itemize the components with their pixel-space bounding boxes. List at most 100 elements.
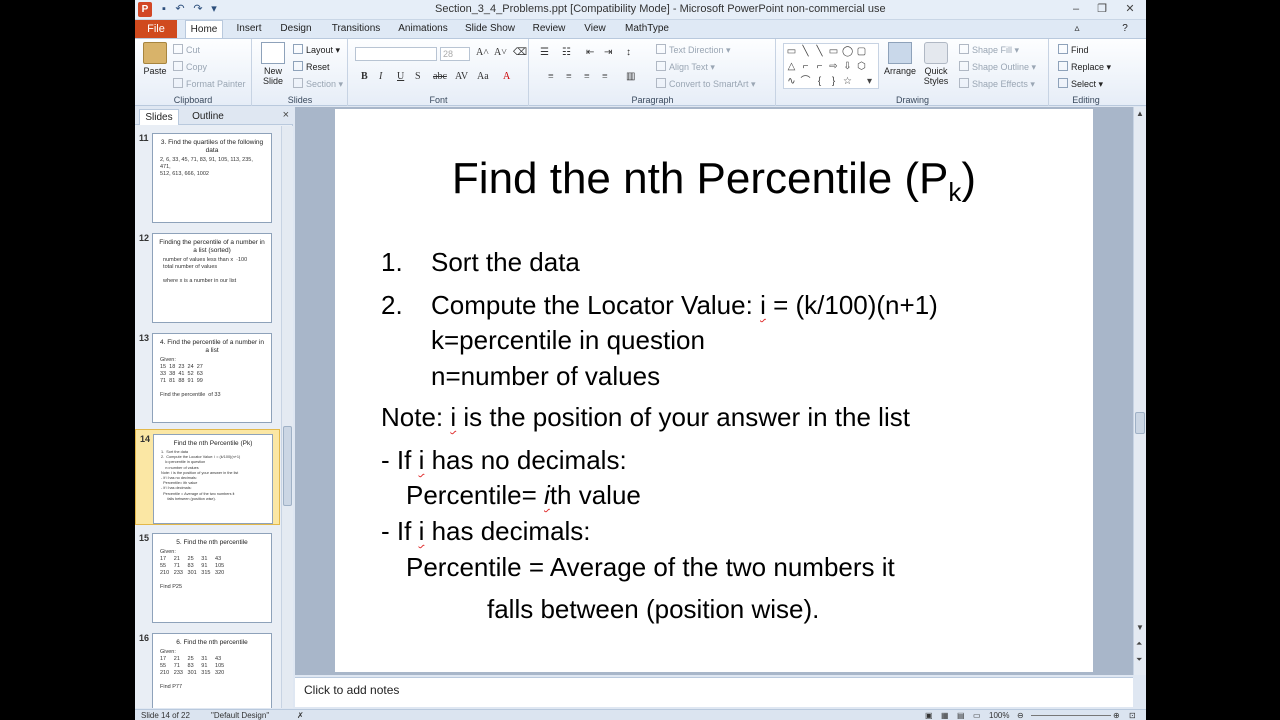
select-button[interactable]: Select ▾ [1058,78,1103,90]
slide-sorter-icon[interactable]: ▦ [941,711,949,720]
editor-scroll-thumb[interactable] [1135,412,1145,434]
star-shape-icon[interactable]: ☆ [842,76,853,87]
normal-view-icon[interactable]: ▣ [925,711,933,720]
editor-scrollbar[interactable]: ▲ ▼ ⏶ ⏷ [1133,107,1146,675]
slide-thumbnail-16[interactable]: 16 6. Find the nth percentile Given: 17 … [135,629,280,708]
spacing-icon[interactable]: AV [455,71,468,82]
shrink-font-icon[interactable]: A˅ [494,47,507,58]
close-panel-icon[interactable]: × [283,109,289,121]
find-button[interactable]: Find [1058,44,1089,55]
convert-smartart-button[interactable]: Convert to SmartArt ▾ [656,78,756,90]
reset-button[interactable]: Reset [293,61,330,72]
connector-shape-icon[interactable]: ⌐ [800,61,811,72]
slide-thumbnail-11[interactable]: 11 3. Find the quartiles of the followin… [135,129,280,225]
customize-qat-icon[interactable]: ▾ [207,2,221,16]
align-text-button[interactable]: Align Text ▾ [656,61,715,73]
body-line-3[interactable]: k=percentile in question [431,325,705,356]
help-icon[interactable]: ? [1117,20,1133,38]
decrease-indent-icon[interactable]: ⇤ [586,47,594,58]
zoom-slider[interactable] [1031,715,1111,716]
notes-pane[interactable]: Click to add notes [295,677,1133,707]
body-line-percentile-2[interactable]: Percentile = Average of the two numbers … [406,552,895,583]
panel-scroll-thumb[interactable] [283,426,292,506]
bold-icon[interactable]: B [361,71,368,82]
powerpoint-app-icon[interactable]: P [138,2,152,17]
underline-icon[interactable]: U [397,71,404,82]
tab-insert[interactable]: Insert [231,20,267,38]
arrow-down-shape-icon[interactable]: ⇩ [842,61,853,72]
change-case-icon[interactable]: Aa [477,71,489,82]
line-shape-icon[interactable]: ╲ [814,46,825,57]
body-line-1[interactable]: 1. Sort the data [381,247,580,278]
tab-design[interactable]: Design [277,20,315,38]
shape-outline-button[interactable]: Shape Outline ▾ [959,61,1036,73]
strikethrough-icon[interactable]: abc [433,71,447,82]
tab-slide-show[interactable]: Slide Show [463,20,517,38]
connector-shape-icon[interactable]: ⌐ [814,61,825,72]
slide-thumbnail-14[interactable]: 14 Find the nth Percentile (Pk) 1. Sort … [135,429,280,525]
shape-fill-button[interactable]: Shape Fill ▾ [959,44,1019,56]
rectangle-shape-icon[interactable]: ▭ [828,46,839,57]
slide-canvas[interactable]: Find the nth Percentile (Pk) 1. Sort the … [335,109,1093,672]
curve-shape-icon[interactable]: ∿ [786,76,797,87]
minimize-ribbon-icon[interactable]: ▵ [1070,20,1084,38]
cut-button[interactable]: Cut [173,44,200,55]
slide-thumbnail-15[interactable]: 15 5. Find the nth percentile Given: 17 … [135,529,280,625]
scroll-down-icon[interactable]: ▼ [1136,623,1144,632]
slide-thumbnail-12[interactable]: 12 Finding the percentile of a number in… [135,229,280,325]
brace-shape-icon[interactable]: } [828,76,839,87]
italic-icon[interactable]: I [379,71,382,82]
shape-effects-button[interactable]: Shape Effects ▾ [959,78,1035,90]
undo-icon[interactable]: ↶ [173,2,187,16]
textbox-shape-icon[interactable]: ▭ [786,46,797,57]
format-painter-button[interactable]: Format Painter [173,78,246,89]
tab-transitions[interactable]: Transitions [327,20,385,38]
quick-styles-button[interactable]: Quick Styles [919,42,953,86]
section-button[interactable]: Section ▾ [293,78,343,90]
tab-mathtype[interactable]: MathType [623,20,671,38]
bullets-icon[interactable]: ☰ [540,47,549,58]
line-shape-icon[interactable]: ╲ [800,46,811,57]
arrange-button[interactable]: Arrange [883,42,917,76]
slide-thumbnail-13[interactable]: 13 4. Find the percentile of a number in… [135,329,280,425]
align-center-icon[interactable]: ≡ [566,71,572,82]
zoom-level[interactable]: 100% [989,711,1009,720]
redo-icon[interactable]: ↷ [191,2,205,16]
copy-button[interactable]: Copy [173,61,207,72]
gallery-more-icon[interactable]: ▾ [864,76,875,87]
fit-slide-icon[interactable]: ⊡ [1129,711,1136,720]
new-slide-button[interactable]: New Slide [257,42,289,86]
zoom-out-icon[interactable]: ⊖ [1017,711,1024,720]
shape-icon[interactable]: ⬡ [856,61,867,72]
zoom-in-icon[interactable]: ⊕ [1113,711,1120,720]
body-line-percentile-1[interactable]: Percentile= ith value [406,480,641,511]
numbering-icon[interactable]: ☷ [562,47,571,58]
maximize-icon[interactable]: ❐ [1089,1,1115,17]
font-name-combo[interactable] [355,47,437,61]
rounded-rect-shape-icon[interactable]: ▢ [856,46,867,57]
body-line-2[interactable]: 2. Compute the Locator Value: i = (k/100)… [381,290,938,321]
reading-view-icon[interactable]: ▤ [957,711,965,720]
columns-icon[interactable]: ▥ [626,71,635,82]
minimize-icon[interactable]: – [1063,1,1089,17]
grow-font-icon[interactable]: A˄ [476,47,489,58]
font-color-icon[interactable]: A [503,71,510,82]
arrow-right-shape-icon[interactable]: ⇨ [828,61,839,72]
previous-slide-icon[interactable]: ⏶ [1136,639,1142,649]
align-right-icon[interactable]: ≡ [584,71,590,82]
body-line-4[interactable]: n=number of values [431,361,660,392]
clear-format-icon[interactable]: ⌫ [513,47,527,58]
triangle-shape-icon[interactable]: △ [786,61,797,72]
scroll-up-icon[interactable]: ▲ [1136,109,1144,118]
slideshow-view-icon[interactable]: ▭ [973,711,981,720]
tab-file[interactable]: File [135,20,177,38]
tab-view[interactable]: View [581,20,609,38]
body-line-percentile-3[interactable]: falls between (position wise). [487,594,819,625]
tab-review[interactable]: Review [531,20,567,38]
paste-button[interactable]: Paste [140,42,170,76]
brace-shape-icon[interactable]: { [814,76,825,87]
tab-outline[interactable]: Outline [183,109,233,125]
align-left-icon[interactable]: ≡ [548,71,554,82]
increase-indent-icon[interactable]: ⇥ [604,47,612,58]
justify-icon[interactable]: ≡ [602,71,608,82]
